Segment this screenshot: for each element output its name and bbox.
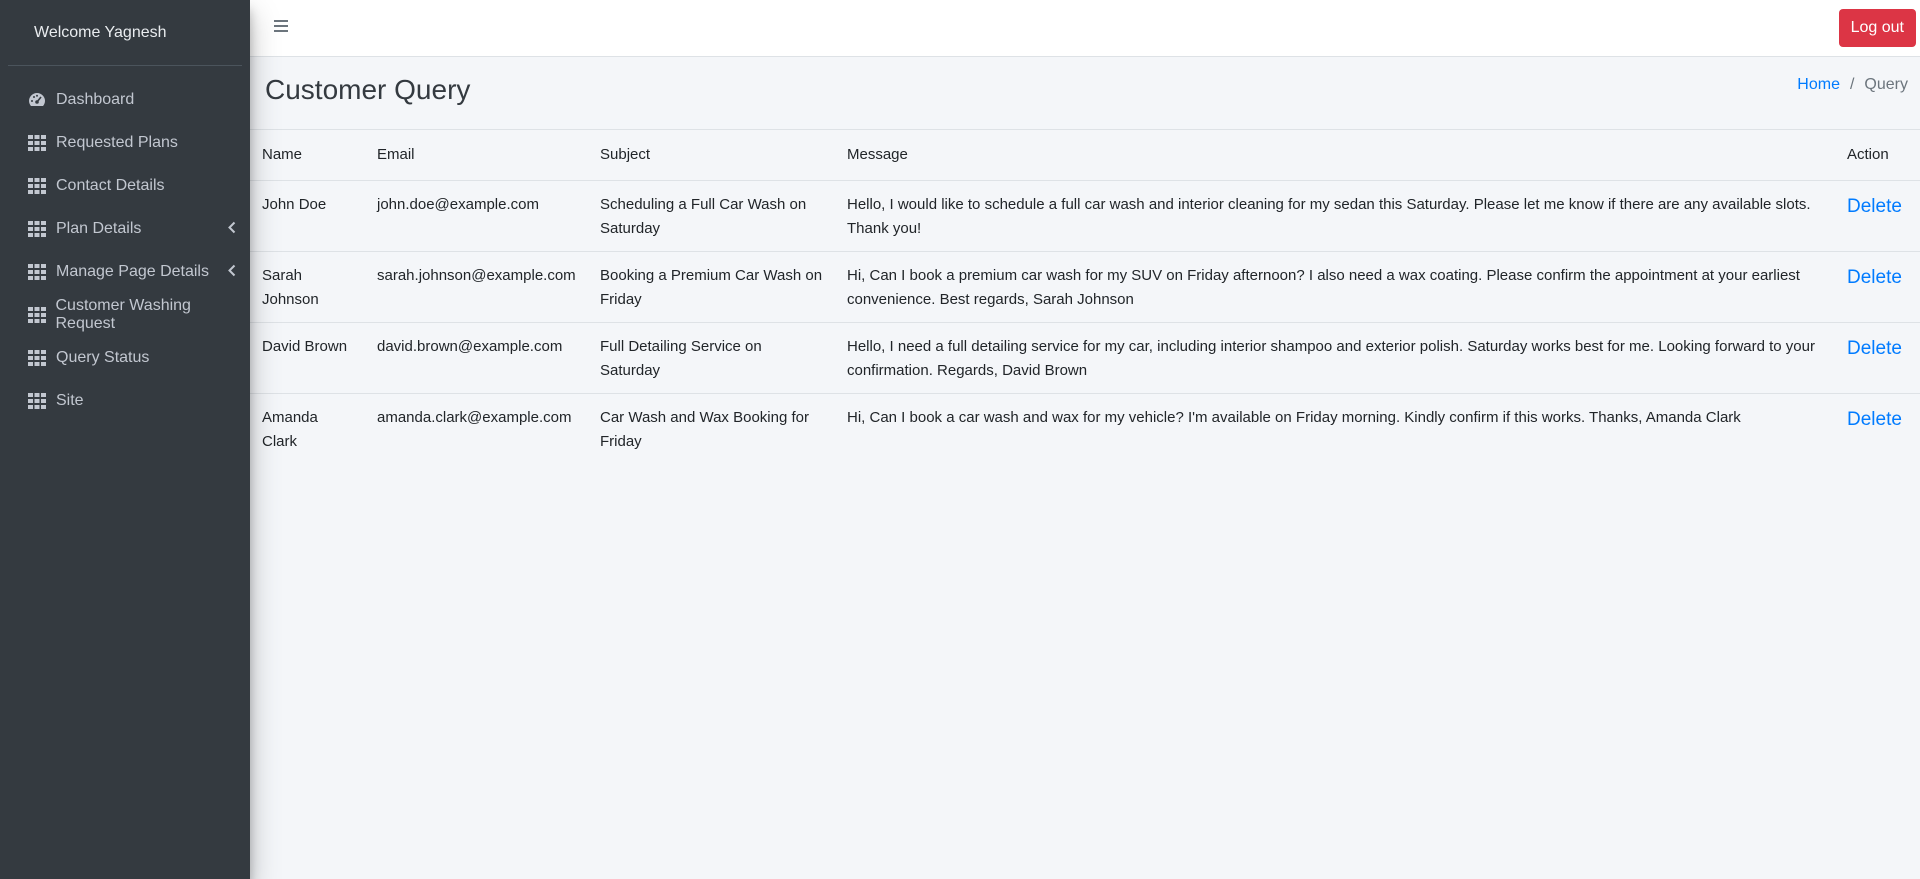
table-header-row: Name Email Subject Message Action bbox=[250, 130, 1920, 181]
logout-button[interactable]: Log out bbox=[1838, 9, 1916, 47]
sidebar-item-manage-page-details[interactable]: Manage Page Details bbox=[0, 250, 250, 293]
sidebar: Welcome Yagnesh Dashboard Requested Plan… bbox=[0, 0, 250, 879]
delete-link[interactable]: Delete bbox=[1847, 408, 1902, 432]
breadcrumb: Home / Query bbox=[1797, 76, 1908, 94]
table-row: Sarah Johnson sarah.johnson@example.com … bbox=[250, 251, 1920, 323]
cell-subject: Booking a Premium Car Wash on Friday bbox=[588, 251, 835, 323]
grid-icon bbox=[27, 306, 47, 324]
grid-icon bbox=[27, 220, 47, 238]
cell-name: Amanda Clark bbox=[262, 408, 318, 450]
sidebar-item-label: Site bbox=[56, 391, 84, 409]
delete-link[interactable]: Delete bbox=[1847, 195, 1902, 219]
column-header-name: Name bbox=[250, 130, 365, 181]
column-header-action: Action bbox=[1835, 130, 1920, 181]
cell-action: Delete bbox=[1835, 393, 1920, 464]
cell-message: Hello, I would like to schedule a full c… bbox=[835, 180, 1835, 252]
grid-icon bbox=[27, 349, 47, 367]
cell-name: John Doe bbox=[250, 180, 365, 252]
sidebar-item-query-status[interactable]: Query Status bbox=[0, 336, 250, 379]
cell-message: Hello, I need a full detailing service f… bbox=[835, 322, 1835, 394]
cell-name: Sarah Johnson bbox=[250, 251, 365, 323]
hamburger-menu-icon[interactable] bbox=[272, 17, 290, 35]
column-header-message: Message bbox=[835, 130, 1835, 181]
cell-action: Delete bbox=[1835, 322, 1920, 394]
top-navbar: Log out bbox=[250, 0, 1920, 57]
table-row: John Doe john.doe@example.com Scheduling… bbox=[250, 180, 1920, 252]
cell-message: Hi, Can I book a car wash and wax for my… bbox=[847, 408, 1741, 426]
breadcrumb-current: Query bbox=[1864, 76, 1908, 93]
grid-icon bbox=[27, 134, 47, 152]
content-header: Customer Query Home / Query bbox=[250, 57, 1920, 130]
cell-action: Delete bbox=[1835, 251, 1920, 323]
cell-email: amanda.clark@example.com bbox=[377, 408, 572, 426]
cell-email: john.doe@example.com bbox=[365, 180, 588, 252]
sidebar-item-site[interactable]: Site bbox=[0, 379, 250, 422]
column-header-subject: Subject bbox=[588, 130, 835, 181]
sidebar-item-label: Customer Washing Request bbox=[55, 296, 191, 332]
query-table-container: Name Email Subject Message Action John D… bbox=[250, 130, 1920, 464]
sidebar-item-requested-plans[interactable]: Requested Plans bbox=[0, 121, 250, 164]
sidebar-item-label: Plan Details bbox=[56, 219, 142, 237]
sidebar-item-dashboard[interactable]: Dashboard bbox=[0, 78, 250, 121]
sidebar-item-label: Dashboard bbox=[56, 90, 135, 108]
cell-subject: Car Wash and Wax Booking for Friday bbox=[600, 408, 809, 450]
grid-icon bbox=[27, 392, 47, 410]
chevron-left-icon bbox=[228, 264, 236, 279]
sidebar-item-customer-washing-request[interactable]: Customer Washing Request bbox=[0, 293, 250, 336]
sidebar-item-label: Requested Plans bbox=[56, 133, 178, 151]
grid-icon bbox=[27, 177, 47, 195]
breadcrumb-home-link[interactable]: Home bbox=[1797, 76, 1840, 94]
cell-subject: Full Detailing Service on Saturday bbox=[588, 322, 835, 394]
column-header-email: Email bbox=[365, 130, 588, 181]
sidebar-item-label: Query Status bbox=[56, 348, 150, 366]
welcome-text: Welcome Yagnesh bbox=[8, 0, 242, 66]
breadcrumb-separator: / bbox=[1849, 76, 1855, 93]
cell-email: david.brown@example.com bbox=[365, 322, 588, 394]
sidebar-item-plan-details[interactable]: Plan Details bbox=[0, 207, 250, 250]
cell-name: David Brown bbox=[250, 322, 365, 394]
sidebar-item-label: Manage Page Details bbox=[56, 262, 209, 280]
grid-icon bbox=[27, 263, 47, 281]
cell-subject: Scheduling a Full Car Wash on Saturday bbox=[588, 180, 835, 252]
sidebar-item-contact-details[interactable]: Contact Details bbox=[0, 164, 250, 207]
dashboard-gauge-icon bbox=[27, 91, 47, 109]
table-row: David Brown david.brown@example.com Full… bbox=[250, 322, 1920, 394]
delete-link[interactable]: Delete bbox=[1847, 337, 1902, 361]
cell-email: sarah.johnson@example.com bbox=[365, 251, 588, 323]
table-row: Amanda Clark amanda.clark@example.com Ca… bbox=[250, 393, 1920, 464]
sidebar-item-label: Contact Details bbox=[56, 176, 165, 194]
chevron-left-icon bbox=[228, 221, 236, 236]
page-title: Customer Query bbox=[265, 74, 471, 105]
cell-action: Delete bbox=[1835, 180, 1920, 252]
cell-message: Hi, Can I book a premium car wash for my… bbox=[835, 251, 1835, 323]
delete-link[interactable]: Delete bbox=[1847, 266, 1902, 290]
sidebar-nav: Dashboard Requested Plans Contact Detail… bbox=[0, 66, 250, 422]
query-table: Name Email Subject Message Action John D… bbox=[250, 130, 1920, 464]
